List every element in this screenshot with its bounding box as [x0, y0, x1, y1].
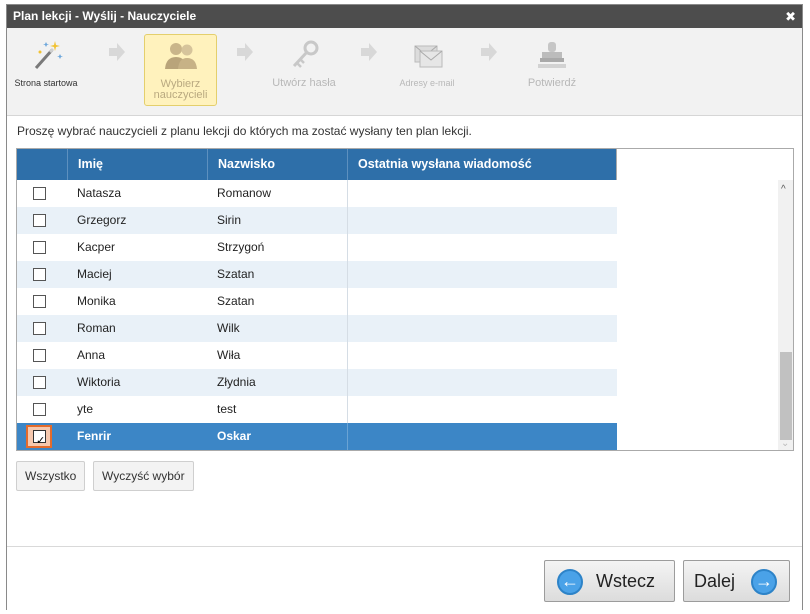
next-button-label: Dalej	[694, 571, 736, 591]
send-timetable-dialog: Plan lekcji - Wyślij - Nauczyciele ✖ Str…	[6, 4, 803, 610]
table-row[interactable]: Anna Wiła	[17, 342, 617, 369]
table-row-selected[interactable]: ✓ Fenrir Oskar	[17, 423, 617, 450]
last-message-cell	[347, 369, 617, 396]
first-name-cell: Anna	[77, 348, 106, 362]
table-row[interactable]: Grzegorz Sirin	[17, 207, 617, 234]
table-row[interactable]: Natasza Romanow	[17, 180, 617, 207]
stamp-icon	[532, 38, 572, 72]
wizard-step-label: Wybierz nauczycieli	[153, 78, 208, 101]
first-name-cell: Wiktoria	[77, 375, 121, 389]
first-name-cell: Monika	[77, 294, 116, 308]
wizard-step-create-passwords: Utwórz hasła	[269, 34, 339, 106]
table-row[interactable]: Roman Wilk	[17, 315, 617, 342]
table-row[interactable]: Wiktoria Złydnia	[17, 369, 617, 396]
last-name-cell: test	[217, 402, 237, 416]
last-message-cell	[347, 342, 617, 369]
checkbox-highlight: ✓	[26, 425, 52, 448]
key-icon	[284, 38, 324, 72]
instruction-text: Proszę wybrać nauczycieli z planu lekcji…	[17, 124, 472, 138]
first-name-cell: Fenrir	[77, 429, 112, 443]
row-checkbox-checked[interactable]: ✓	[33, 430, 46, 447]
row-checkbox[interactable]	[33, 349, 46, 362]
first-name-cell: Kacper	[77, 240, 116, 254]
first-name-cell: Roman	[77, 321, 116, 335]
last-name-cell: Romanow	[217, 186, 272, 200]
last-name-cell: Strzygoń	[217, 240, 265, 254]
close-icon[interactable]: ✖	[785, 5, 796, 28]
last-message-cell	[347, 180, 617, 207]
last-name-cell: Złydnia	[217, 375, 256, 389]
scrollbar-thumb[interactable]	[780, 352, 792, 440]
arrow-right-icon	[237, 43, 253, 61]
last-name-cell: Wiła	[217, 348, 241, 362]
last-message-cell	[347, 288, 617, 315]
row-checkbox[interactable]	[33, 322, 46, 335]
teachers-table: Imię Nazwisko Ostatnia wysłana wiadomość…	[16, 148, 794, 451]
row-checkbox[interactable]	[33, 187, 46, 200]
arrow-right-circle-icon: →	[751, 569, 777, 595]
arrow-left-icon: ←	[557, 569, 583, 595]
wizard-step-confirm: Potwierdź	[517, 34, 587, 106]
row-checkbox[interactable]	[33, 295, 46, 308]
last-message-cell	[347, 315, 617, 342]
row-checkbox[interactable]	[33, 403, 46, 416]
next-button[interactable]: Dalej →	[683, 560, 790, 602]
first-name-cell: yte	[77, 402, 94, 416]
table-scrollbar[interactable]: ^ ⌄	[778, 180, 793, 450]
wizard-step-label: Utwórz hasła	[272, 77, 336, 89]
dialog-footer: ← Wstecz Dalej →	[7, 546, 802, 610]
last-name-cell: Oskar	[217, 429, 252, 443]
wizard-step-start[interactable]: Strona startowa	[11, 34, 81, 106]
arrow-right-icon	[481, 43, 497, 61]
table-row[interactable]: Maciej Szatan	[17, 261, 617, 288]
column-header-last-name[interactable]: Nazwisko	[207, 149, 347, 180]
last-message-cell	[347, 423, 617, 450]
row-checkbox[interactable]	[33, 376, 46, 389]
table-row[interactable]: yte test	[17, 396, 617, 423]
column-header-first-name[interactable]: Imię	[67, 149, 207, 180]
clear-selection-button[interactable]: Wyczyść wybór	[93, 461, 194, 491]
wizard-step-select-teachers[interactable]: Wybierz nauczycieli	[144, 34, 217, 106]
back-button[interactable]: ← Wstecz	[544, 560, 675, 602]
last-message-cell	[347, 261, 617, 288]
wizard-steps: Strona startowa Wybierz nauczycieli Utwó…	[7, 28, 802, 116]
table-row[interactable]: Kacper Strzygoń	[17, 234, 617, 261]
wizard-step-label: Strona startowa	[14, 78, 78, 88]
first-name-cell: Natasza	[77, 186, 122, 200]
last-name-cell: Szatan	[217, 267, 255, 281]
last-message-cell	[347, 396, 617, 423]
first-name-cell: Maciej	[77, 267, 112, 281]
row-checkbox[interactable]	[33, 241, 46, 254]
arrow-right-icon	[109, 43, 125, 61]
row-checkbox[interactable]	[33, 214, 46, 227]
wizard-step-email-addresses: Adresy e-mail	[391, 34, 463, 106]
back-button-label: Wstecz	[596, 571, 656, 591]
select-all-button[interactable]: Wszystko	[16, 461, 86, 491]
first-name-cell: Grzegorz	[77, 213, 127, 227]
column-header-select	[17, 149, 67, 180]
column-header-last-message[interactable]: Ostatnia wysłana wiadomość	[347, 149, 617, 180]
checkmark-icon: ✓	[36, 435, 46, 447]
table-header: Imię Nazwisko Ostatnia wysłana wiadomość	[17, 149, 617, 180]
last-name-cell: Wilk	[217, 321, 240, 335]
wizard-step-label: Adresy e-mail	[399, 78, 455, 88]
last-name-cell: Szatan	[217, 294, 255, 308]
last-message-cell	[347, 207, 617, 234]
scroll-up-icon[interactable]: ^	[781, 184, 786, 195]
wizard-step-label: Potwierdź	[527, 77, 577, 89]
row-checkbox[interactable]	[33, 268, 46, 281]
scroll-down-icon[interactable]: ⌄	[781, 438, 789, 449]
last-message-cell	[347, 234, 617, 261]
table-row[interactable]: Monika Szatan	[17, 288, 617, 315]
envelope-icon	[407, 38, 447, 72]
title-bar: Plan lekcji - Wyślij - Nauczyciele ✖	[7, 5, 802, 28]
last-name-cell: Sirin	[217, 213, 242, 227]
arrow-right-icon	[361, 43, 377, 61]
magic-wand-icon	[26, 38, 66, 72]
users-icon	[161, 39, 201, 73]
window-title: Plan lekcji - Wyślij - Nauczyciele	[13, 9, 197, 23]
